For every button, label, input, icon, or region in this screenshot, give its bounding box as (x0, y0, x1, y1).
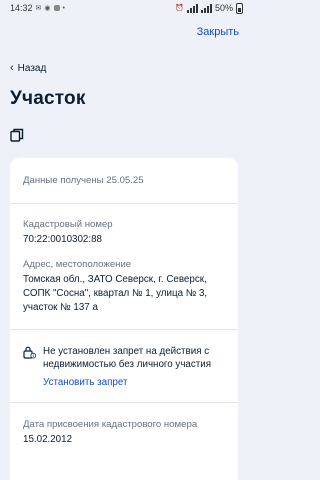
cadastral-value: 70:22:0010302:88 (23, 234, 102, 245)
ban-notice-line: Не установлен запрет на действия с (43, 346, 210, 357)
signal-icon-2 (200, 3, 212, 13)
address-label: Адрес, местоположение (23, 259, 132, 270)
status-left: 14:32 ✉ ◉ • (10, 3, 65, 13)
copy-icon[interactable] (10, 128, 24, 142)
status-bar: 14:32 ✉ ◉ • ⏰ 50% (0, 0, 249, 16)
ban-notice-text: Не установлен запрет на действия с недви… (43, 345, 211, 371)
assign-date-label: Дата присвоения кадастрового номера (23, 419, 198, 430)
ban-notice: Не установлен запрет на действия с недви… (10, 330, 238, 371)
page-title: Участок (10, 88, 86, 109)
address-value: Томская обл., ЗАТО Северск, г. Северск, … (23, 273, 225, 315)
lock-info-icon (23, 346, 37, 359)
assign-date-value: 15.02.2012 (23, 434, 73, 445)
info-card: Данные получены 25.05.25 Кадастровый ном… (10, 158, 238, 480)
cadastral-section: Кадастровый номер 70:22:0010302:88 Адрес… (10, 204, 238, 315)
assign-date-section: Дата присвоения кадастрового номера 15.0… (10, 403, 238, 446)
game-notification-icon (53, 5, 60, 11)
address-line: Томская обл., ЗАТО Северск, г. Северск, (23, 274, 207, 285)
chevron-left-icon: ‹ (10, 62, 14, 74)
status-time: 14:32 (10, 3, 33, 13)
alarm-icon: ⏰ (175, 5, 184, 12)
battery-icon (236, 2, 243, 14)
app-notification-icon: ◉ (44, 5, 51, 12)
signal-icon (186, 3, 198, 13)
battery-percent: 50% (214, 3, 233, 13)
more-notifications-icon: • (62, 4, 65, 12)
messenger-notification-icon: ✉ (35, 5, 42, 12)
back-button[interactable]: ‹ Назад (10, 62, 249, 74)
set-ban-link[interactable]: Установить запрет (43, 377, 238, 388)
cadastral-label: Кадастровый номер (23, 219, 113, 230)
address-line: СОПК "Сосна", квартал № 1, улица № 3, (23, 288, 208, 299)
data-received-text: Данные получены 25.05.25 (23, 175, 144, 186)
address-line: участок № 137 а (23, 302, 98, 313)
close-button[interactable]: Закрыть (197, 26, 239, 38)
status-right: ⏰ 50% (175, 2, 243, 14)
top-bar: Закрыть (0, 16, 249, 48)
ban-notice-line: недвижимостью без личного участия (43, 359, 212, 370)
back-label: Назад (17, 62, 47, 74)
